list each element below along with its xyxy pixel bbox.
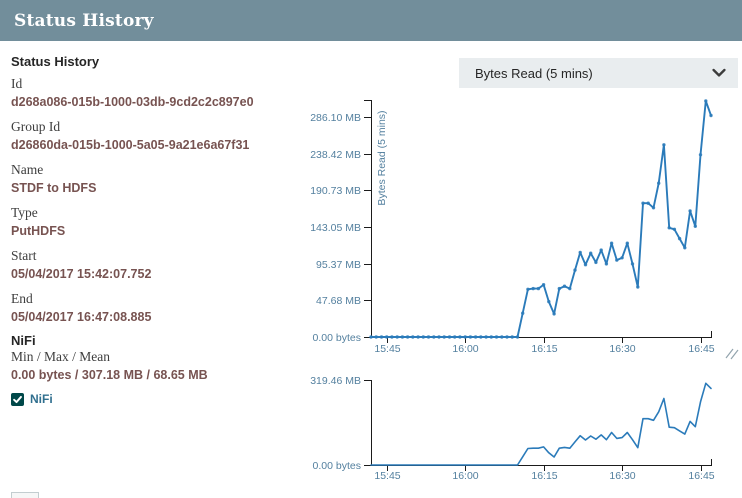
svg-text:143.05 MB: 143.05 MB (310, 222, 361, 234)
svg-text:16:30: 16:30 (609, 343, 635, 355)
svg-text:47.68 MB: 47.68 MB (316, 295, 361, 307)
status-history-dialog: Status History Status History Id d268a08… (0, 0, 742, 498)
main-chart-line (370, 99, 712, 338)
svg-text:0.00 bytes: 0.00 bytes (313, 460, 361, 472)
svg-text:16:00: 16:00 (452, 470, 478, 482)
svg-text:286.10 MB: 286.10 MB (310, 112, 361, 124)
svg-text:16:15: 16:15 (531, 343, 557, 355)
svg-text:238.42 MB: 238.42 MB (310, 149, 361, 161)
svg-text:16:30: 16:30 (609, 470, 635, 482)
svg-text:16:45: 16:45 (688, 343, 714, 355)
y-axis-label: Bytes Read (5 mins) (376, 110, 388, 205)
svg-text:16:45: 16:45 (688, 470, 714, 482)
svg-text:15:45: 15:45 (374, 470, 400, 482)
mini-chart-line (370, 382, 712, 466)
svg-text:15:45: 15:45 (374, 343, 400, 355)
resize-grip-icon (725, 348, 739, 360)
svg-text:16:15: 16:15 (531, 470, 557, 482)
svg-text:190.73 MB: 190.73 MB (310, 185, 361, 197)
svg-text:319.46 MB: 319.46 MB (310, 375, 361, 387)
main-chart: 0.00 bytes 47.68 MB 95.37 MB 143.05 MB 190.7… (310, 99, 715, 355)
svg-text:95.37 MB: 95.37 MB (316, 259, 361, 271)
svg-text:16:00: 16:00 (452, 343, 478, 355)
svg-text:0.00 bytes: 0.00 bytes (313, 332, 361, 344)
partial-bottom-button[interactable] (11, 492, 39, 498)
chart-resize-handle[interactable] (724, 346, 740, 360)
status-history-charts: 0.00 bytes 47.68 MB 95.37 MB 143.05 MB 190.7… (310, 99, 715, 482)
mini-chart-brush[interactable]: 0.00 bytes 319.46 MB 15:45 16:00 16:15 16:30 1… (310, 375, 715, 482)
